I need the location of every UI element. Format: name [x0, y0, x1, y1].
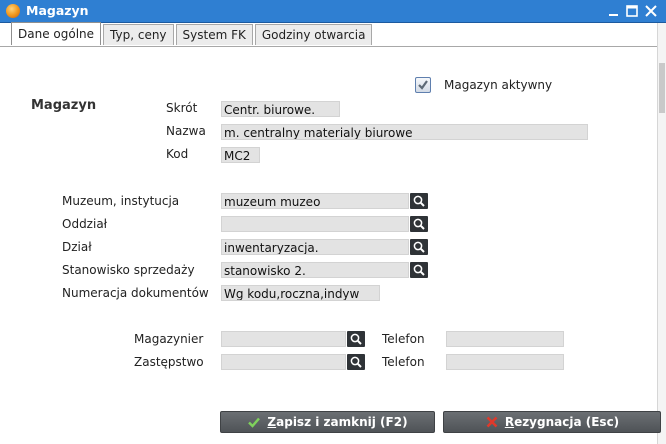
tab-divider: [0, 46, 666, 47]
cancel-button[interactable]: Rezygnacja (Esc): [443, 411, 661, 433]
scrollbar-thumb[interactable]: [659, 63, 665, 113]
skrot-label: Skrót: [166, 101, 198, 115]
close-icon[interactable]: [643, 3, 659, 19]
telefon2-field[interactable]: [446, 354, 564, 370]
save-and-close-button[interactable]: Zapisz i zamknij (F2): [220, 411, 435, 433]
muzeum-field[interactable]: muzeum muzeo: [221, 193, 409, 209]
stanowisko-search-icon[interactable]: [410, 262, 428, 278]
dzial-field[interactable]: inwentaryzacja.: [221, 239, 409, 255]
oddzial-field[interactable]: [221, 216, 409, 232]
title-bar: Magazyn: [0, 0, 666, 23]
magazynier-label: Magazynier: [134, 332, 204, 346]
muzeum-label: Muzeum, instytucja: [62, 194, 180, 208]
zastepstwo-search-icon[interactable]: [347, 354, 365, 370]
maximize-icon[interactable]: [624, 3, 640, 19]
minimize-icon[interactable]: [606, 3, 622, 19]
magazynier-field[interactable]: [221, 331, 346, 347]
oddzial-label: Oddział: [62, 217, 108, 231]
kod-label: Kod: [166, 147, 189, 161]
numeracja-label: Numeracja dokumentów: [62, 286, 209, 300]
telefon2-label: Telefon: [382, 355, 425, 369]
stanowisko-label: Stanowisko sprzedaży: [62, 263, 195, 277]
skrot-field[interactable]: Centr. biurowe.: [221, 101, 340, 117]
cancel-x-icon: [486, 416, 498, 428]
app-icon: [6, 4, 20, 18]
nazwa-field[interactable]: m. centralny materialy biurowe: [221, 124, 588, 140]
tab-system-fk[interactable]: System FK: [175, 24, 253, 45]
stanowisko-field[interactable]: stanowisko 2.: [221, 262, 409, 278]
dzial-search-icon[interactable]: [410, 239, 428, 255]
magazynier-search-icon[interactable]: [347, 331, 365, 347]
tab-godziny-otwarcia[interactable]: Godziny otwarcia: [254, 24, 373, 45]
nazwa-label: Nazwa: [166, 124, 206, 138]
tab-dane-ogolne[interactable]: Dane ogólne: [11, 22, 102, 45]
muzeum-search-icon[interactable]: [410, 193, 428, 209]
telefon1-field[interactable]: [446, 331, 564, 347]
cancel-button-label: Rezygnacja (Esc): [504, 415, 620, 429]
oddzial-search-icon[interactable]: [410, 216, 428, 232]
window-title: Magazyn: [26, 3, 89, 18]
telefon1-label: Telefon: [382, 332, 425, 346]
dzial-label: Dział: [62, 240, 92, 254]
checkmark-icon: [248, 417, 261, 428]
zastepstwo-label: Zastępstwo: [134, 355, 204, 369]
zastepstwo-field[interactable]: [221, 354, 346, 370]
tab-typ-ceny[interactable]: Typ, ceny: [103, 24, 174, 45]
active-checkbox[interactable]: [415, 77, 431, 93]
kod-field[interactable]: MC2: [221, 147, 260, 163]
section-title: Magazyn: [31, 98, 97, 113]
save-button-label: Zapisz i zamknij (F2): [267, 415, 408, 429]
vertical-scrollbar[interactable]: [657, 23, 666, 444]
active-label: Magazyn aktywny: [444, 78, 553, 92]
tab-bar: Dane ogólne Typ, ceny System FK Godziny …: [11, 22, 374, 46]
numeracja-field[interactable]: Wg kodu,roczna,indyw: [221, 285, 380, 301]
